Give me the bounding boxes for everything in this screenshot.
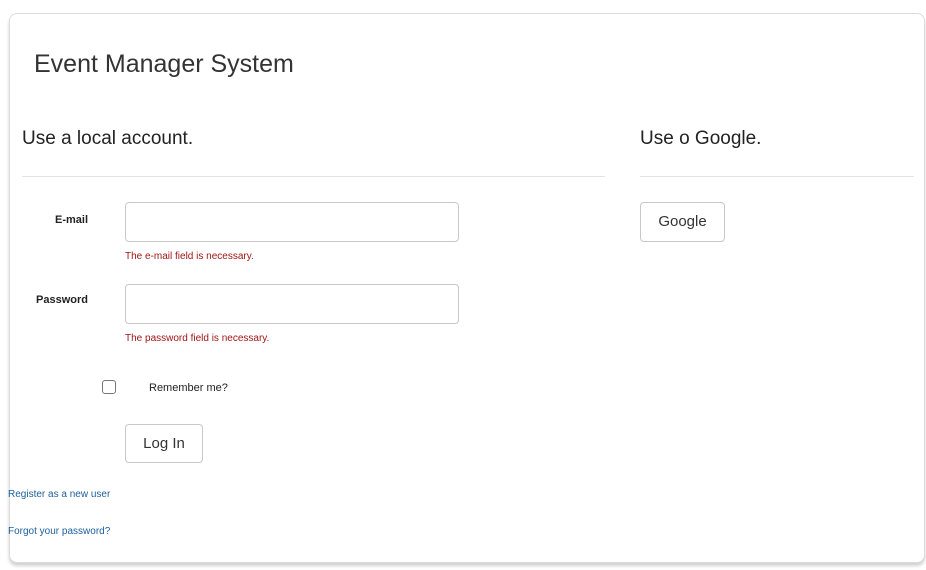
email-error-message: The e-mail field is necessary. xyxy=(125,251,254,262)
password-label: Password xyxy=(36,294,88,306)
forgot-password-link[interactable]: Forgot your password? xyxy=(8,526,110,537)
page-title: Event Manager System xyxy=(34,50,294,78)
email-label: E-mail xyxy=(54,214,88,226)
google-login-divider xyxy=(640,176,914,177)
remember-me-checkbox[interactable] xyxy=(102,380,116,394)
google-login-heading: Use o Google. xyxy=(640,128,762,149)
register-link[interactable]: Register as a new user xyxy=(8,489,110,500)
local-account-heading: Use a local account. xyxy=(22,128,194,149)
password-error-message: The password field is necessary. xyxy=(125,333,270,344)
login-button[interactable]: Log In xyxy=(125,424,203,463)
local-account-divider xyxy=(22,176,605,177)
email-field[interactable] xyxy=(125,202,459,242)
remember-me-label: Remember me? xyxy=(149,382,228,394)
google-login-button[interactable]: Google xyxy=(640,202,725,242)
password-field[interactable] xyxy=(125,284,459,324)
